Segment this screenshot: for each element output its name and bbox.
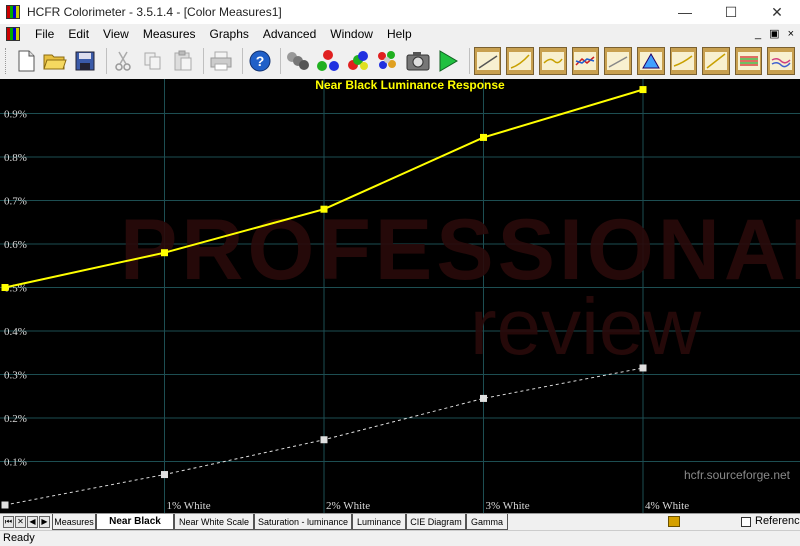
reference-checkbox[interactable] [741,517,751,527]
paste-icon[interactable] [170,47,196,75]
toolbar-separator [468,48,470,74]
y-tick-label: 0.9% [4,109,27,121]
tab-luminance[interactable]: Luminance [352,514,406,530]
status-text: Ready [3,532,35,544]
reference-label: Reference [755,515,800,527]
graph-2-icon[interactable] [506,47,535,75]
tab-close-button[interactable]: ✕ [15,516,26,528]
mdi-controls: _ ▣ × [755,24,794,43]
series-0-point[interactable] [480,133,487,141]
graph-10-icon[interactable] [767,47,795,75]
x-tick-label: 1% White [167,500,211,512]
tab-near-white-scale[interactable]: Near White Scale [174,514,254,530]
help-icon[interactable]: ? [247,47,273,75]
y-tick-label: 0.1% [4,457,27,469]
series-0-point[interactable] [320,205,328,213]
near-black-chart: PROFESSIONAL review Near Black Luminance… [0,78,800,513]
graph-1-icon[interactable] [473,47,502,75]
tab-prev-button[interactable]: ◀ [27,516,38,528]
print-icon[interactable] [208,47,234,75]
series-1-point[interactable] [480,394,487,402]
x-axis-ticks: 1% White 2% White 3% White 4% White [167,500,690,512]
sensor-grey-icon[interactable] [285,47,311,75]
y-tick-label: 0.4% [4,326,27,338]
y-tick-label: 0.8% [4,152,27,164]
toolbar-separator [203,48,205,74]
tab-gamma[interactable]: Gamma [466,514,508,530]
watermark-logo: PROFESSIONAL review [120,202,800,371]
series-1-point[interactable] [320,436,328,444]
chart-area[interactable]: PROFESSIONAL review Near Black Luminance… [0,78,800,513]
menu-file[interactable]: File [28,27,61,41]
sensor-rgb-icon[interactable] [315,47,341,75]
window-title: HCFR Colorimeter - 3.5.1.4 - [Color Meas… [27,5,282,19]
app-logo-icon [6,5,20,19]
y-tick-label: 0.2% [4,413,27,425]
save-disk-icon[interactable] [72,47,98,75]
close-button[interactable]: ✕ [754,0,800,24]
series-1-point[interactable] [161,471,168,479]
series-1-point[interactable] [639,364,647,372]
status-bar: Ready [0,530,800,546]
maximize-button[interactable]: ☐ [708,0,754,24]
series-1-point[interactable] [1,501,9,509]
watermark-url: hcfr.sourceforge.net [684,468,791,482]
window-titlebar: HCFR Colorimeter - 3.5.1.4 - [Color Meas… [0,0,800,24]
graph-5-icon[interactable] [604,47,632,75]
graph-9-icon[interactable] [734,47,763,75]
graph-3-icon[interactable] [539,47,567,75]
tab-near-black-scale[interactable]: Near Black Scale [96,514,174,543]
menu-measures[interactable]: Measures [136,27,203,41]
tab-saturation-luminance[interactable]: Saturation - luminance [254,514,352,530]
tab-measures[interactable]: Measures [52,514,96,530]
menu-view[interactable]: View [96,27,136,41]
toolbar-grip[interactable] [5,48,9,74]
mdi-restore-button[interactable]: ▣ [769,27,779,40]
svg-text:review: review [470,282,701,371]
y-tick-label: 0.6% [4,239,27,251]
tab-next-button[interactable]: ▶ [39,516,50,528]
x-tick-label: 4% White [645,500,689,512]
chart-title: Near Black Luminance Response [315,79,505,92]
main-toolbar: ? [0,43,800,80]
sensor-rgbcmy-icon[interactable] [345,47,371,75]
svg-text:?: ? [255,53,264,69]
graph-7-icon[interactable] [669,47,698,75]
graph-6-icon[interactable] [636,47,665,75]
menu-bar: File Edit View Measures Graphs Advanced … [0,24,800,43]
sensor-multicolor-icon[interactable] [375,47,401,75]
indicator-icon[interactable] [668,516,680,527]
menu-graphs[interactable]: Graphs [203,27,256,41]
camera-icon[interactable] [405,47,431,75]
new-document-icon[interactable] [13,47,39,75]
toolbar-separator [280,48,282,74]
menu-edit[interactable]: Edit [61,27,96,41]
graph-4-icon[interactable] [571,47,600,75]
play-green-icon[interactable] [435,47,461,75]
series-0-point[interactable] [161,249,168,257]
menu-help[interactable]: Help [380,27,419,41]
series-0-point[interactable] [1,284,9,291]
series-0-point[interactable] [639,86,647,94]
open-folder-icon[interactable] [42,47,68,75]
menu-advanced[interactable]: Advanced [256,27,323,41]
mdi-minimize-button[interactable]: _ [755,28,761,40]
y-tick-label: 0.7% [4,196,27,208]
toolbar-separator [241,48,243,74]
cut-scissors-icon[interactable] [111,47,137,75]
minimize-button[interactable]: — [662,0,708,24]
x-tick-label: 2% White [326,500,370,512]
window-controls: — ☐ ✕ [662,0,800,24]
x-tick-label: 3% White [486,500,530,512]
mdi-close-button[interactable]: × [788,28,794,40]
y-tick-label: 0.3% [4,370,27,382]
graph-8-icon[interactable] [702,47,730,75]
sheet-tab-bar: ⏮ ✕ ◀ ▶ Measures Near Black Scale Near W… [0,513,800,543]
copy-icon[interactable] [140,47,166,75]
toolbar-separator [105,48,107,74]
document-logo-icon[interactable] [6,26,20,41]
tab-cie-diagram[interactable]: CIE Diagram [406,514,466,530]
tab-first-button[interactable]: ⏮ [3,516,14,528]
menu-window[interactable]: Window [323,27,380,41]
